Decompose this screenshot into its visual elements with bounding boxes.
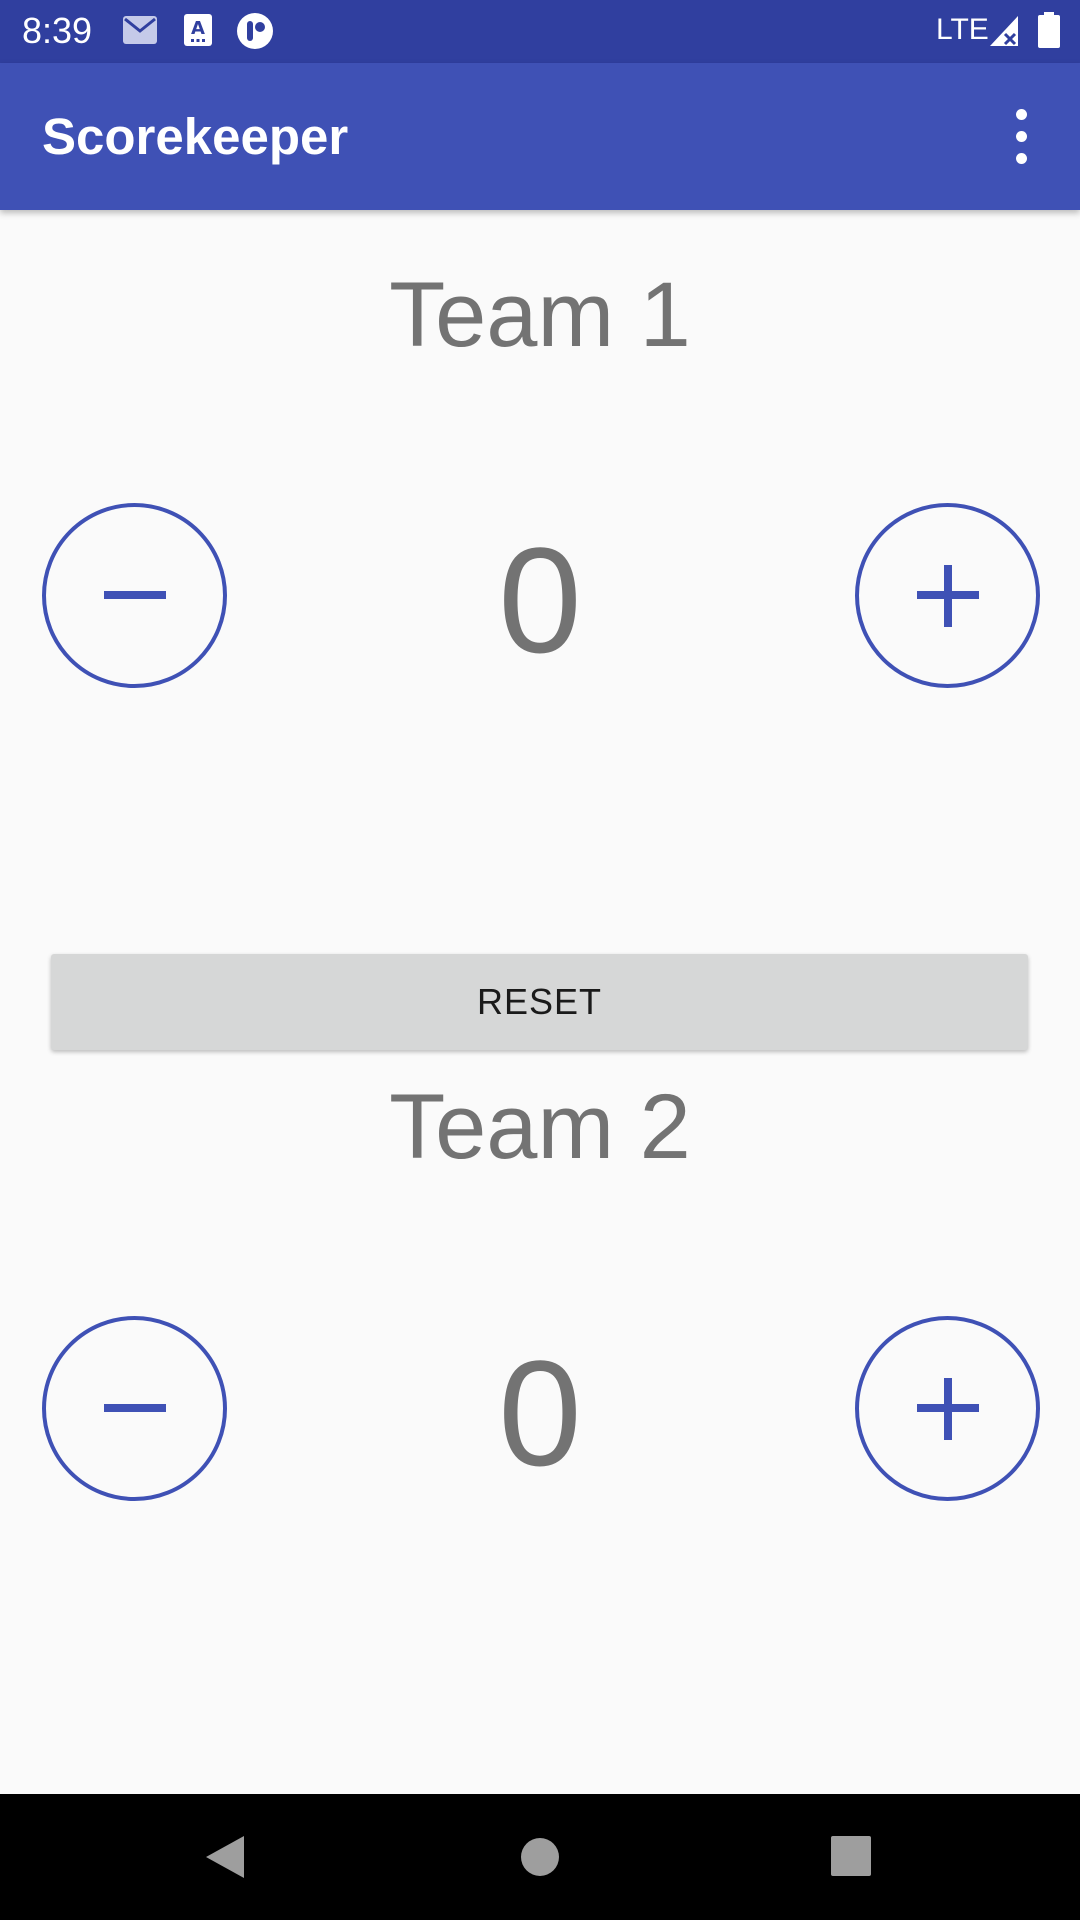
home-icon[interactable]	[519, 1836, 561, 1883]
team-2-increase-button[interactable]	[855, 1316, 1040, 1501]
team-1-decrease-button[interactable]	[42, 503, 227, 688]
team-2-score: 0	[498, 1329, 582, 1497]
signal-icon	[988, 14, 1020, 53]
minus-icon	[104, 1404, 166, 1412]
network-label: LTE	[936, 13, 989, 46]
back-icon[interactable]	[204, 1834, 248, 1885]
team-1-increase-button[interactable]	[855, 503, 1040, 688]
battery-icon	[1038, 12, 1060, 53]
team-1-name: Team 1	[389, 264, 691, 366]
status-bar: 8:39 A LTE	[0, 0, 1080, 63]
navigation-bar	[0, 1794, 1080, 1920]
reset-button[interactable]: RESET	[51, 954, 1028, 1050]
minus-icon	[104, 591, 166, 599]
more-vert-icon[interactable]	[1000, 101, 1044, 173]
team-1-score: 0	[498, 516, 582, 684]
team-2-name: Team 2	[389, 1076, 691, 1178]
status-time: 8:39	[22, 10, 93, 51]
record-icon	[236, 12, 274, 55]
keyboard-a-icon: A	[184, 14, 212, 51]
app-title: Scorekeeper	[42, 108, 349, 165]
team-2-decrease-button[interactable]	[42, 1316, 227, 1501]
mail-icon	[123, 16, 157, 49]
recents-icon[interactable]	[831, 1836, 871, 1881]
app-bar: Scorekeeper	[0, 63, 1080, 210]
scorekeeper-screen: 8:39 A LTE Scorekeeper Team 1 0 RESET Te…	[0, 0, 1080, 1920]
svg-text:A: A	[191, 18, 205, 39]
